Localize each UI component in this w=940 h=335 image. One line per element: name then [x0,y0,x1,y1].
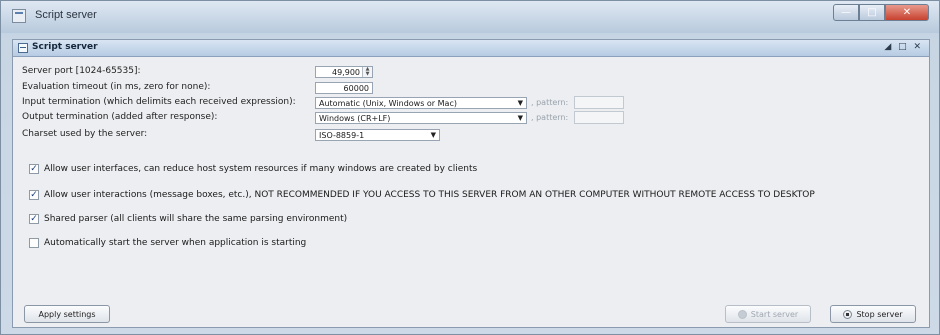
start-icon [737,309,747,319]
minimize-button[interactable]: — [833,4,859,21]
option-label: Shared parser (all clients will share th… [44,214,348,224]
script-server-panel: Script server ◢ □ ✕ Server port [1024-65… [12,39,930,328]
start-server-label: Start server [750,309,799,319]
server-port-field[interactable]: 49,900 ▲ ▼ [315,66,373,78]
output-termination-select[interactable]: Windows (CR+LF) ▼ [315,112,527,124]
timeout-label: Evaluation timeout (in ms, zero for none… [22,82,211,92]
output-pattern-label: , pattern: [531,113,569,122]
window-controls: — □ ✕ [833,4,929,22]
option-allow-user-interfaces[interactable]: ✓ Allow user interfaces, can reduce host… [29,164,477,174]
checkbox[interactable]: ✓ [29,190,39,200]
panel-header: Script server ◢ □ ✕ [13,40,929,57]
option-auto-start[interactable]: Automatically start the server when appl… [29,238,306,248]
port-spinner-icon[interactable]: ▲ ▼ [362,67,372,77]
checkbox[interactable] [29,238,39,248]
charset-label: Charset used by the server: [22,129,148,139]
input-pattern-label: , pattern: [531,98,569,107]
option-allow-user-interactions[interactable]: ✓ Allow user interactions (message boxes… [29,190,815,200]
option-shared-parser[interactable]: ✓ Shared parser (all clients will share … [29,214,347,224]
stop-server-button[interactable]: Stop server [830,305,916,323]
chevron-down-icon: ▼ [517,99,523,107]
option-label: Allow user interfaces, can reduce host s… [44,164,478,174]
server-port-label: Server port [1024-65535]: [22,66,141,76]
input-termination-value: Automatic (Unix, Windows or Mac) [319,98,457,108]
output-termination-label: Output termination (added after response… [22,112,218,122]
timeout-value: 60000 [343,83,369,93]
input-termination-label: Input termination (which delimits each r… [22,97,296,107]
option-label: Allow user interactions (message boxes, … [44,190,815,200]
app-icon [12,9,26,23]
panel-title: Script server [32,42,98,52]
apply-settings-button[interactable]: Apply settings [24,305,110,323]
window-title: Script server [35,9,97,21]
timeout-field[interactable]: 60000 [315,82,373,94]
chevron-down-icon: ▼ [430,131,436,139]
window-titlebar[interactable]: Script server — □ ✕ [1,1,939,33]
output-pattern-field[interactable] [574,111,624,124]
apply-settings-label: Apply settings [38,309,96,319]
checkbox[interactable]: ✓ [29,164,39,174]
checkbox[interactable]: ✓ [29,214,39,224]
charset-select[interactable]: ISO-8859-1 ▼ [315,129,440,141]
script-server-window: Script server — □ ✕ Script server ◢ □ ✕ … [0,0,940,335]
charset-value: ISO-8859-1 [319,130,365,140]
panel-window-controls[interactable]: ◢ □ ✕ [884,42,923,52]
start-server-button[interactable]: Start server [725,305,811,323]
close-button[interactable]: ✕ [885,4,929,21]
stop-server-label: Stop server [856,309,903,319]
panel-icon [18,43,28,53]
maximize-button[interactable]: □ [859,4,885,21]
input-pattern-field[interactable] [574,96,624,109]
option-label: Automatically start the server when appl… [44,238,307,248]
server-port-value: 49,900 [332,67,360,77]
input-termination-select[interactable]: Automatic (Unix, Windows or Mac) ▼ [315,97,527,109]
stop-icon [843,309,853,319]
output-termination-value: Windows (CR+LF) [319,113,391,123]
chevron-down-icon: ▼ [517,114,523,122]
